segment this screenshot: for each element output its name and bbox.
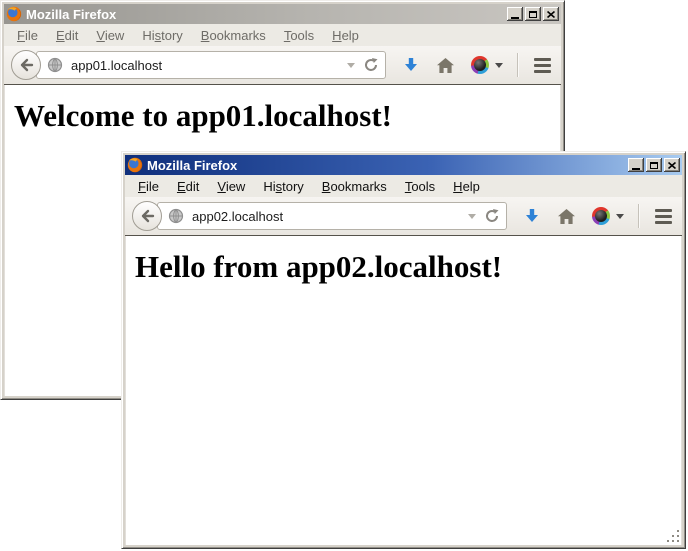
urlbar-history-dropdown[interactable] <box>468 214 476 219</box>
downloads-button[interactable] <box>402 56 420 74</box>
home-icon <box>557 208 576 225</box>
urlbar-text[interactable]: app02.localhost <box>192 209 464 224</box>
firefox-logo-icon <box>6 6 22 22</box>
menu-tools[interactable]: Tools <box>396 177 444 196</box>
globe-icon <box>47 57 63 73</box>
home-button[interactable] <box>436 57 455 74</box>
titlebar[interactable]: Mozilla Firefox <box>4 4 561 24</box>
close-button[interactable] <box>543 7 559 21</box>
firefox-logo-icon <box>127 157 143 173</box>
close-button[interactable] <box>664 158 680 172</box>
resize-grip[interactable] <box>665 528 681 544</box>
menubar: FileEditViewHistoryBookmarksToolsHelp <box>125 175 682 197</box>
chevron-down-icon <box>495 63 503 68</box>
close-x-icon <box>668 162 676 169</box>
menu-bookmarks[interactable]: Bookmarks <box>313 177 396 196</box>
home-button[interactable] <box>557 208 576 225</box>
maximize-button[interactable] <box>525 7 541 21</box>
addon-button[interactable] <box>592 207 624 225</box>
urlbar[interactable]: app02.localhost <box>157 202 507 230</box>
urlbar-text[interactable]: app01.localhost <box>71 58 343 73</box>
minimize-icon <box>632 168 640 170</box>
download-arrow-icon <box>523 207 541 225</box>
menu-history[interactable]: History <box>133 26 191 45</box>
maximize-button[interactable] <box>646 158 662 172</box>
back-button[interactable] <box>11 50 41 80</box>
navigation-toolbar: app02.localhost <box>125 197 682 236</box>
downloads-button[interactable] <box>523 207 541 225</box>
maximize-icon <box>650 162 658 169</box>
back-arrow-icon <box>19 58 34 72</box>
menu-history[interactable]: History <box>254 177 312 196</box>
back-arrow-icon <box>140 209 155 223</box>
menu-edit[interactable]: Edit <box>168 177 208 196</box>
menubar: FileEditViewHistoryBookmarksToolsHelp <box>4 24 561 46</box>
urlbar[interactable]: app01.localhost <box>36 51 386 79</box>
lens-addon-icon <box>471 56 489 74</box>
window-title: Mozilla Firefox <box>26 7 505 22</box>
home-icon <box>436 57 455 74</box>
reload-button[interactable] <box>363 57 379 73</box>
menu-view[interactable]: View <box>208 177 254 196</box>
addon-button[interactable] <box>471 56 503 74</box>
app-menu-button[interactable] <box>534 56 551 74</box>
page-heading: Welcome to app01.localhost! <box>14 98 561 134</box>
close-x-icon <box>547 11 555 18</box>
browser-window-app02[interactable]: Mozilla Firefox FileEditViewHistoryBookm… <box>121 151 686 549</box>
back-button[interactable] <box>132 201 162 231</box>
download-arrow-icon <box>402 56 420 74</box>
chevron-down-icon <box>616 214 624 219</box>
maximize-icon <box>529 11 537 18</box>
urlbar-history-dropdown[interactable] <box>347 63 355 68</box>
minimize-button[interactable] <box>507 7 523 21</box>
menu-help[interactable]: Help <box>444 177 489 196</box>
menu-tools[interactable]: Tools <box>275 26 323 45</box>
menu-file[interactable]: File <box>129 177 168 196</box>
globe-icon <box>168 208 184 224</box>
minimize-button[interactable] <box>628 158 644 172</box>
app-menu-button[interactable] <box>655 207 672 225</box>
toolbar-separator <box>638 204 639 228</box>
window-title: Mozilla Firefox <box>147 158 626 173</box>
minimize-icon <box>511 17 519 19</box>
titlebar[interactable]: Mozilla Firefox <box>125 155 682 175</box>
page-content: Hello from app02.localhost! <box>125 236 682 545</box>
menu-file[interactable]: File <box>8 26 47 45</box>
lens-addon-icon <box>592 207 610 225</box>
toolbar-separator <box>517 53 518 77</box>
menu-help[interactable]: Help <box>323 26 368 45</box>
navigation-toolbar: app01.localhost <box>4 46 561 85</box>
menu-bookmarks[interactable]: Bookmarks <box>192 26 275 45</box>
menu-edit[interactable]: Edit <box>47 26 87 45</box>
page-heading: Hello from app02.localhost! <box>135 249 682 285</box>
reload-button[interactable] <box>484 208 500 224</box>
menu-view[interactable]: View <box>87 26 133 45</box>
